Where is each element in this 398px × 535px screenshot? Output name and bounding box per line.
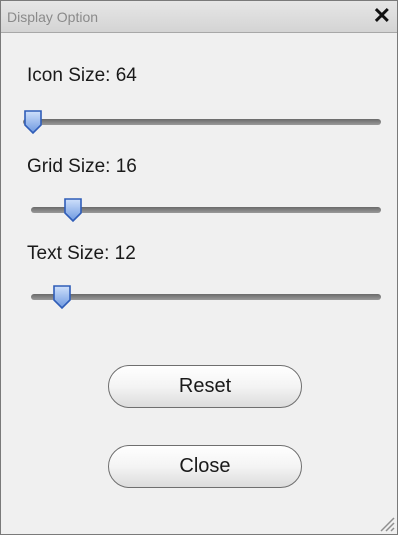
text-size-label: Text Size: 12 (27, 243, 136, 264)
close-button[interactable]: Close (108, 445, 302, 488)
grid-size-label: Grid Size: 16 (27, 156, 137, 177)
icon-size-thumb[interactable] (23, 109, 43, 135)
text-size-thumb[interactable] (52, 284, 72, 310)
window-title: Display Option (7, 9, 99, 25)
close-icon[interactable]: ✕ (373, 4, 391, 28)
reset-button[interactable]: Reset (108, 365, 302, 408)
display-option-dialog: Display Option ✕ Icon Size: 64 Grid Size… (0, 0, 398, 535)
icon-size-label: Icon Size: 64 (27, 65, 137, 86)
grid-size-thumb[interactable] (63, 197, 83, 223)
titlebar[interactable]: Display Option ✕ (1, 1, 397, 33)
resize-grip-icon[interactable] (377, 514, 395, 532)
text-size-track[interactable] (31, 294, 381, 300)
icon-size-track[interactable] (23, 119, 381, 125)
grid-size-track[interactable] (31, 207, 381, 213)
